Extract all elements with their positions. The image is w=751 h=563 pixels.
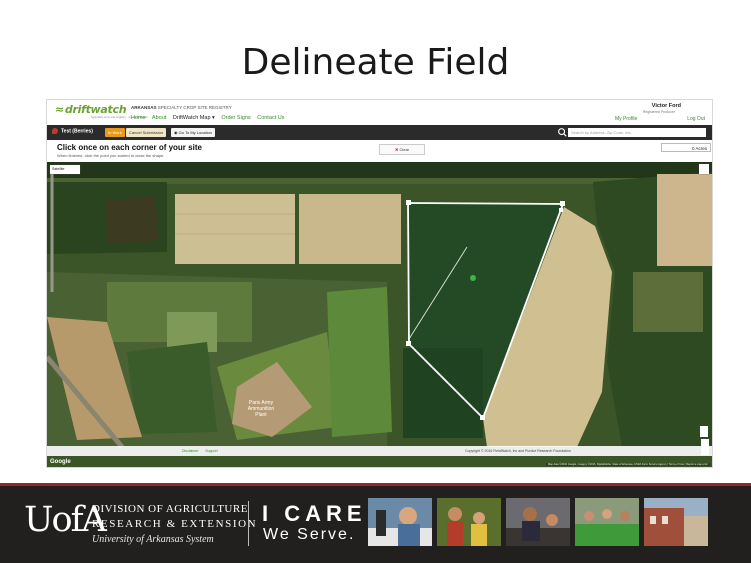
- registry-title: ARKANSAS SPECIALTY CROP SITE REGISTRY: [131, 105, 232, 110]
- instructions-subtitle: When finished, click the point you start…: [57, 153, 165, 158]
- registry-name: SPECIALTY CROP SITE REGISTRY: [157, 105, 232, 110]
- log-out-link[interactable]: Log Out: [687, 116, 705, 122]
- search-icon[interactable]: [557, 127, 568, 138]
- nav-about[interactable]: About: [152, 115, 166, 121]
- registry-state: ARKANSAS: [131, 105, 157, 110]
- go-to-my-location-label: Go To My Location: [178, 130, 212, 135]
- photo-farmers-machinery: [506, 498, 570, 546]
- my-profile-link[interactable]: My Profile: [615, 116, 637, 122]
- app-header: ≈driftwatch Specialty crop site registry…: [47, 100, 712, 125]
- in-work-badge[interactable]: In Work: [105, 128, 125, 137]
- user-role: Registered Producer: [642, 110, 675, 114]
- delineation-polygon[interactable]: [47, 162, 712, 467]
- fullscreen-icon[interactable]: [699, 164, 709, 174]
- banner-stripe: [0, 483, 751, 486]
- instructions-bar: Click once on each corner of your site W…: [47, 140, 712, 162]
- photo-building-street: [644, 498, 708, 546]
- nav-order-signs[interactable]: Order Signs: [221, 115, 250, 121]
- slogan-i-care: I CARE.: [262, 501, 378, 526]
- cancel-submission-button[interactable]: Cancel Submission: [126, 128, 167, 137]
- nav-contact-us[interactable]: Contact Us: [257, 115, 284, 121]
- go-to-my-location-button[interactable]: ◉ Go To My Location: [171, 128, 215, 137]
- map-footer-links: Disclaimer Support: [182, 449, 224, 453]
- nav-driftwatch-map[interactable]: DriftWatch Map ▾: [173, 115, 215, 121]
- clear-button[interactable]: ✖ Clear: [379, 144, 425, 155]
- slide-title: Delineate Field: [241, 42, 510, 83]
- photo-microscope-student: [368, 498, 432, 546]
- street-view-icon[interactable]: [700, 426, 708, 437]
- location-icon: ◉: [174, 130, 178, 135]
- close-icon: ✖: [394, 147, 399, 152]
- acres-readout: 0 Acres: [661, 143, 711, 152]
- photo-family-garden: [437, 498, 501, 546]
- copyright-text: Copyright © 2016 FieldWatch, Inc and Pur…: [465, 449, 571, 453]
- user-name: Victor Ford: [651, 103, 681, 109]
- map-footer: Disclaimer Support Copyright © 2016 Fiel…: [47, 446, 712, 456]
- user-links: My Profile Log Out: [615, 116, 705, 122]
- map-type-select[interactable]: Satellite: [50, 165, 80, 174]
- site-toolbar: Test (Berries) In Work Cancel Submission…: [47, 125, 712, 140]
- clear-label: Clear: [399, 147, 410, 152]
- photo-4h-youth: [575, 498, 639, 546]
- satellite-map[interactable]: Paris Army Ammunition Plant Satellite Di…: [47, 162, 712, 467]
- map-marker-icon: [470, 275, 476, 281]
- division-name: DIVISION OF AGRICULTURE: [92, 503, 248, 515]
- nav-home[interactable]: Home: [131, 115, 146, 121]
- site-name-text: Test (Berries): [61, 128, 93, 135]
- google-logo: Google: [50, 459, 71, 465]
- division-subtitle: RESEARCH & EXTENSION: [92, 518, 258, 530]
- berry-site-icon: [52, 128, 58, 134]
- wave-icon: ≈: [55, 103, 64, 116]
- site-name: Test (Berries): [52, 128, 93, 134]
- slogan-we-serve: We Serve.: [263, 526, 356, 543]
- support-link[interactable]: Support: [205, 449, 217, 453]
- driftwatch-screenshot: ≈driftwatch Specialty crop site registry…: [47, 100, 712, 467]
- disclaimer-link[interactable]: Disclaimer: [182, 449, 198, 453]
- instructions-title: Click once on each corner of your site: [57, 143, 202, 152]
- main-nav: Home About DriftWatch Map ▾ Order Signs …: [131, 115, 289, 121]
- banner-divider: [248, 501, 249, 546]
- map-attribution: Map data ©2016 Google, Imagery ©2016, Di…: [545, 463, 710, 466]
- field-label: Paris Army Ammunition Plant: [247, 400, 275, 418]
- address-search-input[interactable]: Search by Address, Zip Code, etc.: [568, 128, 706, 137]
- university-system: University of Arkansas System: [92, 534, 214, 545]
